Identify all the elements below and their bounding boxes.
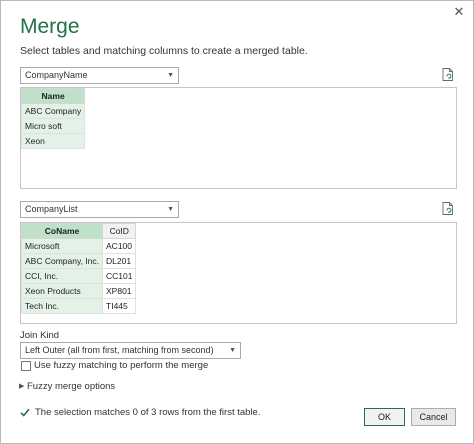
join-kind-dropdown[interactable]: Left Outer (all from first, matching fro…: [20, 342, 241, 359]
table-row: CCI, Inc. CC101: [20, 268, 137, 284]
checkmark-icon: [20, 408, 30, 417]
cancel-button[interactable]: Cancel: [411, 408, 456, 426]
column-header-coname[interactable]: CoName: [20, 223, 104, 239]
table-cell: TI445: [102, 298, 137, 314]
file-preview-icon[interactable]: [442, 202, 454, 215]
first-table-selected: CompanyName: [25, 70, 88, 80]
table-row: Micro soft: [20, 118, 86, 134]
fuzzy-merge-options-toggle[interactable]: Fuzzy merge options: [27, 381, 115, 392]
table-row: Tech Inc. TI445: [20, 298, 137, 314]
fuzzy-matching-checkbox[interactable]: [21, 361, 31, 371]
table-row: Microsoft AC100: [20, 238, 137, 254]
match-status-text: The selection matches 0 of 3 rows from t…: [35, 407, 261, 418]
table-cell: Tech Inc.: [20, 298, 104, 314]
first-table-preview: Name ABC Company Micro soft Xeon: [20, 87, 457, 189]
second-table-grid: CoName CoID Microsoft AC100 ABC Company,…: [20, 223, 137, 314]
second-table-preview: CoName CoID Microsoft AC100 ABC Company,…: [20, 222, 457, 324]
table-cell: Xeon: [20, 133, 86, 149]
dialog-subtitle: Select tables and matching columns to cr…: [20, 45, 308, 57]
join-kind-label: Join Kind: [20, 330, 60, 341]
table-cell: ABC Company: [20, 103, 86, 119]
column-header-coid[interactable]: CoID: [102, 223, 137, 239]
table-row: ABC Company: [20, 103, 86, 119]
table-row: Xeon Products XP801: [20, 283, 137, 299]
file-preview-icon[interactable]: [442, 68, 454, 81]
chevron-down-icon: ▼: [167, 206, 174, 213]
close-icon[interactable]: ✕: [451, 5, 467, 19]
merge-dialog: ✕ Merge Select tables and matching colum…: [0, 0, 474, 444]
join-kind-selected: Left Outer (all from first, matching fro…: [25, 345, 214, 355]
fuzzy-matching-label: Use fuzzy matching to perform the merge: [34, 360, 209, 371]
ok-button[interactable]: OK: [364, 408, 405, 426]
chevron-down-icon: ▼: [167, 72, 174, 79]
table-cell: CCI, Inc.: [20, 268, 104, 284]
table-row: Xeon: [20, 133, 86, 149]
table-cell: AC100: [102, 238, 137, 254]
dialog-title: Merge: [20, 15, 80, 38]
table-cell: Micro soft: [20, 118, 86, 134]
table-cell: CC101: [102, 268, 137, 284]
table-row: ABC Company, Inc. DL201: [20, 253, 137, 269]
second-table-selected: CompanyList: [25, 204, 78, 214]
table-cell: Xeon Products: [20, 283, 104, 299]
first-table-grid: Name ABC Company Micro soft Xeon: [20, 88, 86, 149]
first-table-dropdown[interactable]: CompanyName ▼: [20, 67, 179, 84]
table-cell: ABC Company, Inc.: [20, 253, 104, 269]
table-cell: Microsoft: [20, 238, 104, 254]
column-header-name[interactable]: Name: [20, 88, 86, 104]
expand-arrow-icon[interactable]: ▶: [19, 382, 24, 390]
second-table-dropdown[interactable]: CompanyList ▼: [20, 201, 179, 218]
chevron-down-icon: ▼: [229, 347, 236, 354]
table-cell: DL201: [102, 253, 137, 269]
table-cell: XP801: [102, 283, 137, 299]
